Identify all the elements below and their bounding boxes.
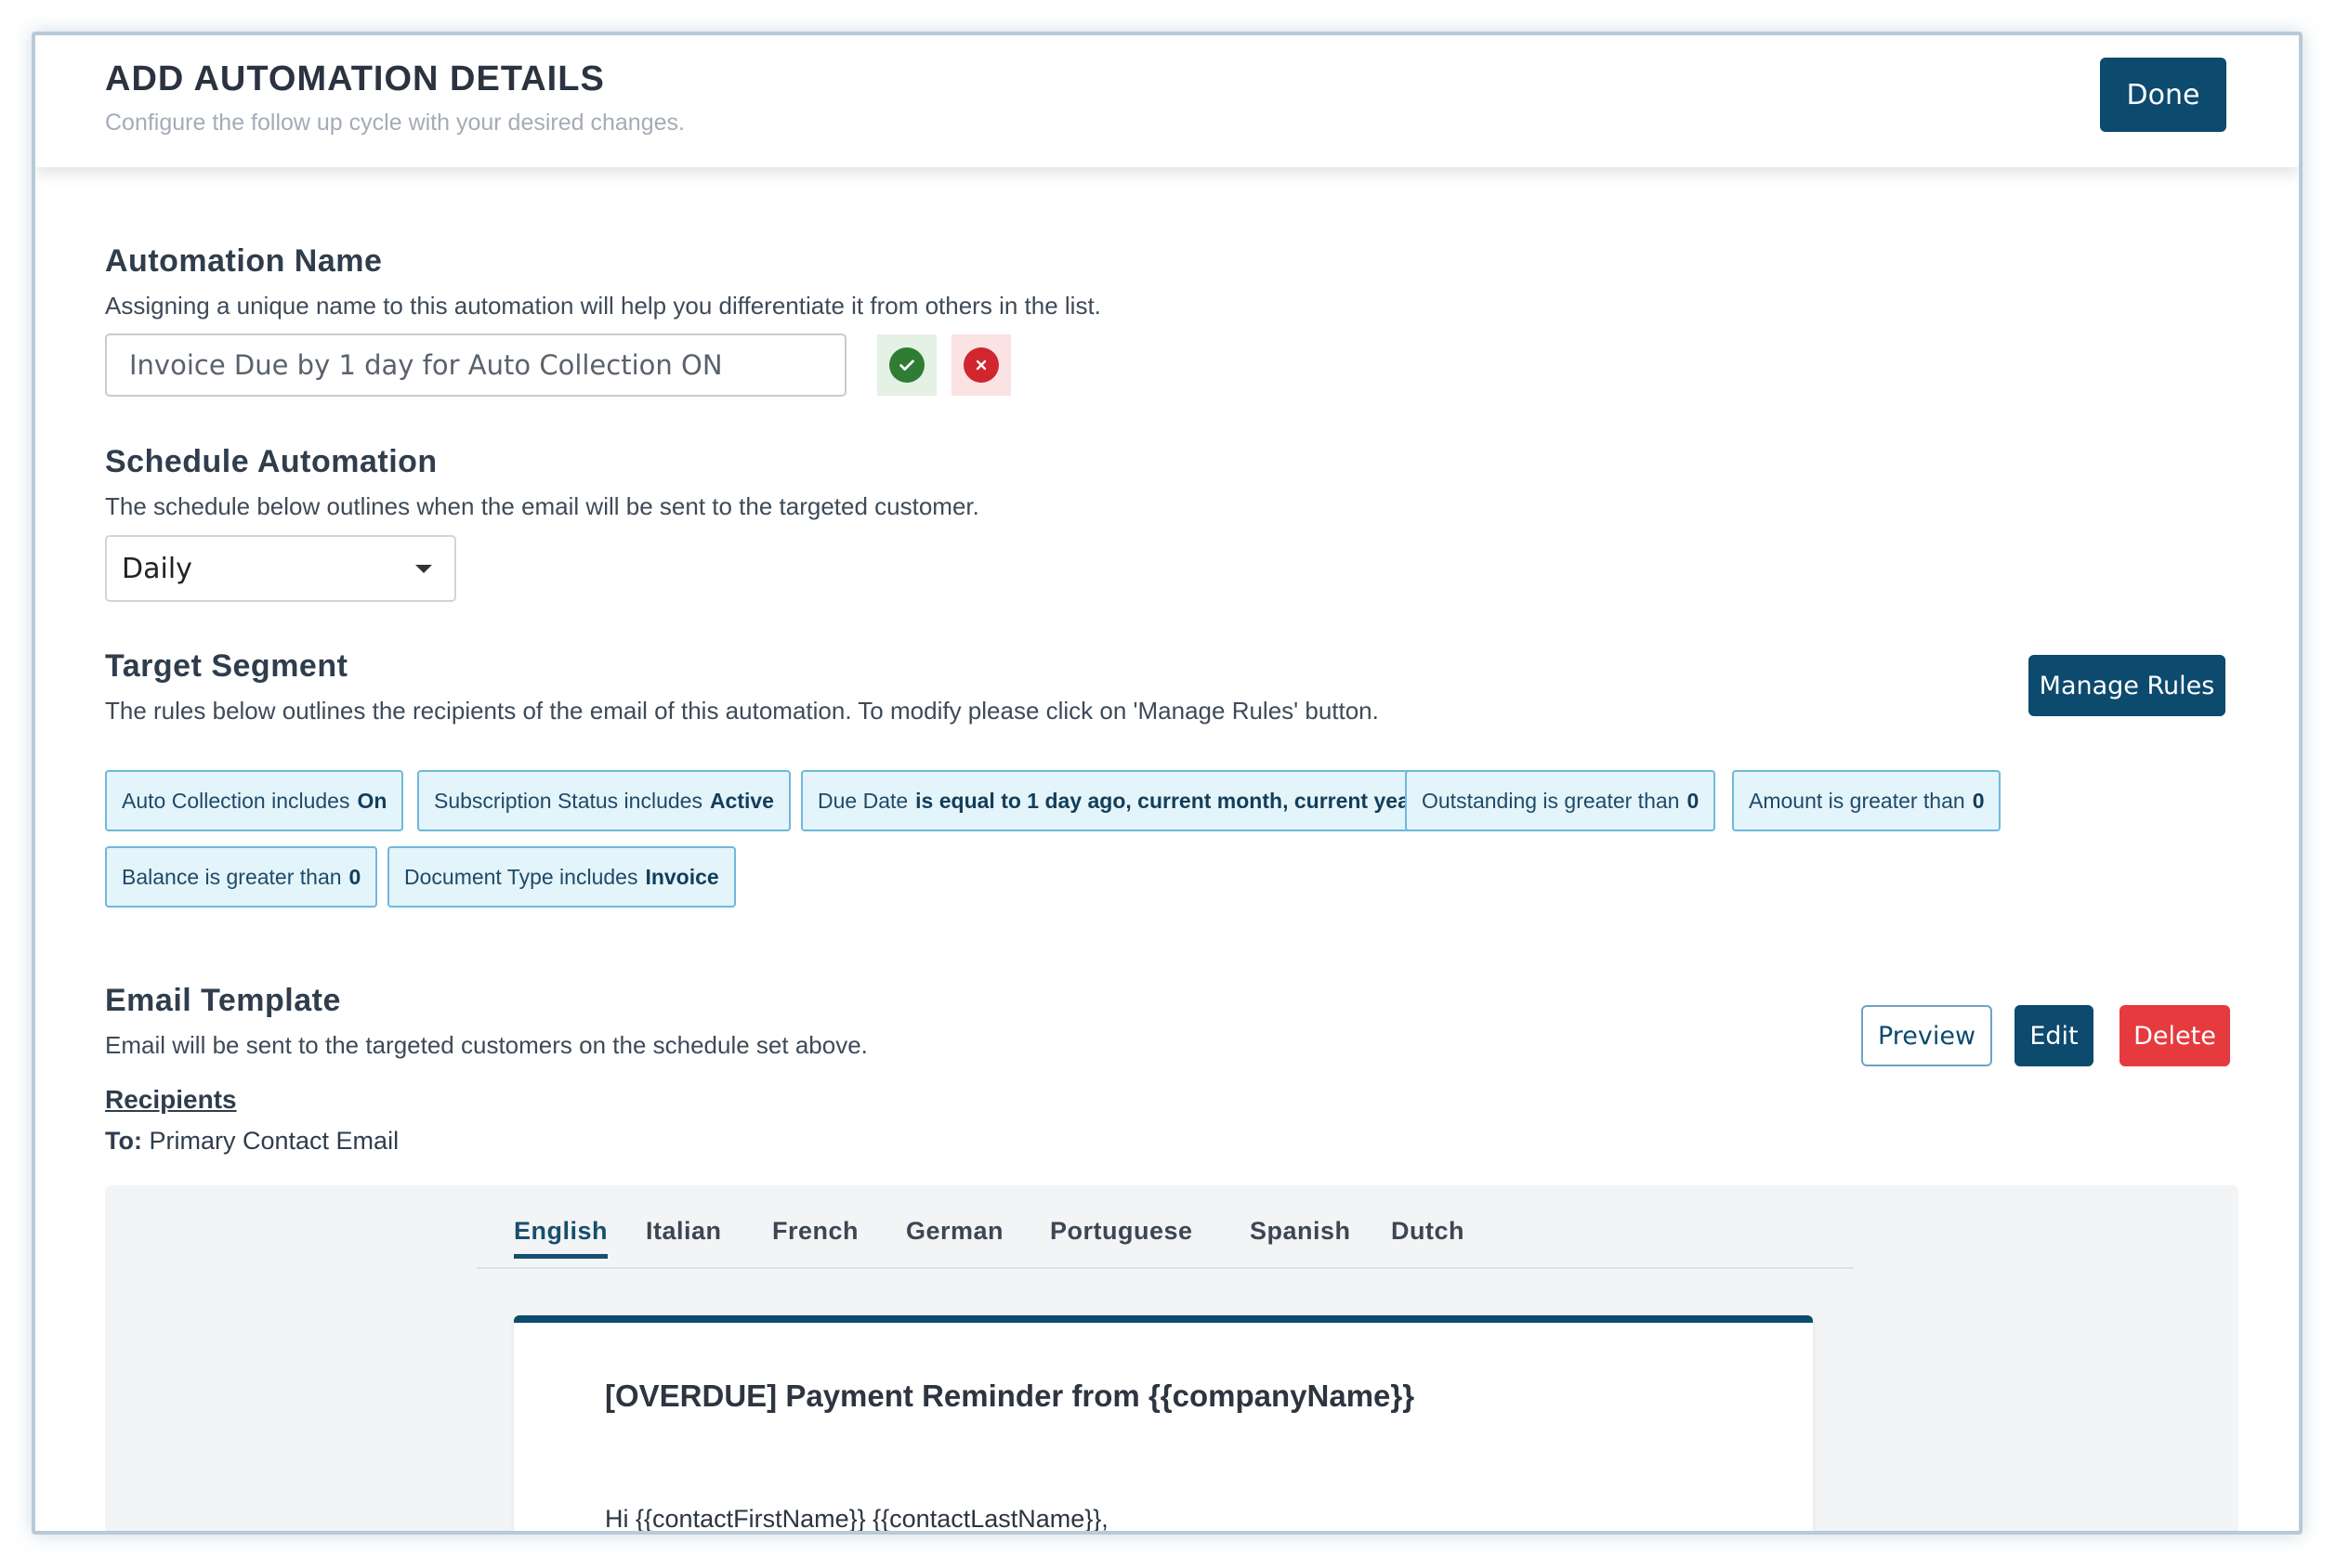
- rule-label: Subscription Status includes: [434, 788, 702, 813]
- edit-button[interactable]: Edit: [2014, 1005, 2093, 1066]
- rule-chip: Document Type includes Invoice: [387, 846, 736, 908]
- tab-dutch[interactable]: Dutch: [1391, 1217, 1464, 1246]
- rule-value: On: [357, 788, 387, 813]
- schedule-title: Schedule Automation: [105, 444, 438, 479]
- language-tabs: English Italian French German Portuguese…: [477, 1208, 1854, 1269]
- close-icon: [964, 347, 999, 383]
- rule-chip: Amount is greater than 0: [1732, 770, 2001, 831]
- rule-label: Outstanding is greater than: [1422, 788, 1680, 813]
- rule-value: 0: [1972, 788, 1985, 813]
- automation-name-input[interactable]: Invoice Due by 1 day for Auto Collection…: [105, 333, 846, 397]
- email-subject: [OVERDUE] Payment Reminder from {{compan…: [605, 1379, 1415, 1413]
- rule-value: Active: [709, 788, 774, 813]
- manage-rules-button[interactable]: Manage Rules: [2028, 655, 2225, 716]
- tab-italian[interactable]: Italian: [646, 1217, 722, 1246]
- check-icon: [889, 347, 925, 383]
- rule-label: Due Date: [818, 788, 909, 813]
- email-template-title: Email Template: [105, 983, 341, 1018]
- automation-name-title: Automation Name: [105, 243, 383, 279]
- rule-chip: Auto Collection includes On: [105, 770, 404, 831]
- rule-chip: Outstanding is greater than 0: [1405, 770, 1716, 831]
- target-segment-description: The rules below outlines the recipients …: [105, 697, 1379, 725]
- delete-button[interactable]: Delete: [2119, 1005, 2230, 1066]
- email-template-description: Email will be sent to the targeted custo…: [105, 1031, 868, 1059]
- schedule-description: The schedule below outlines when the ema…: [105, 492, 979, 520]
- rule-value: 0: [348, 864, 361, 889]
- rule-chip: Due Date is equal to 1 day ago, current m…: [801, 770, 1439, 831]
- tab-spanish[interactable]: Spanish: [1250, 1217, 1351, 1246]
- target-segment-title: Target Segment: [105, 648, 348, 684]
- automation-details-panel: ADD AUTOMATION DETAILS Configure the fol…: [32, 32, 2303, 1535]
- tab-english[interactable]: English: [514, 1217, 609, 1259]
- chevron-down-icon: [415, 564, 432, 573]
- to-value: Primary Contact Email: [149, 1127, 400, 1155]
- cancel-name-button[interactable]: [951, 334, 1011, 396]
- page-title: ADD AUTOMATION DETAILS: [105, 59, 605, 98]
- preview-button[interactable]: Preview: [1861, 1005, 1992, 1066]
- automation-name-description: Assigning a unique name to this automati…: [105, 292, 1101, 320]
- recipient-to-line: To: Primary Contact Email: [105, 1127, 399, 1156]
- tab-portuguese[interactable]: Portuguese: [1050, 1217, 1193, 1246]
- schedule-select[interactable]: Daily: [105, 535, 456, 602]
- rule-value: 0: [1686, 788, 1700, 813]
- rule-value: is equal to 1 day ago, current month, cu…: [915, 788, 1423, 813]
- page-subtitle: Configure the follow up cycle with your …: [105, 110, 685, 136]
- recipients-label: Recipients: [105, 1085, 237, 1114]
- rule-chip: Subscription Status includes Active: [417, 770, 791, 831]
- email-preview-card: [OVERDUE] Payment Reminder from {{compan…: [514, 1315, 1813, 1533]
- rule-label: Auto Collection includes: [122, 788, 350, 813]
- done-button[interactable]: Done: [2100, 58, 2226, 132]
- rule-label: Balance is greater than: [122, 864, 342, 889]
- tab-german[interactable]: German: [906, 1217, 1004, 1246]
- rule-chip: Balance is greater than 0: [105, 846, 378, 908]
- rule-label: Amount is greater than: [1749, 788, 1965, 813]
- schedule-selected-value: Daily: [122, 552, 192, 585]
- to-label: To:: [105, 1127, 142, 1155]
- confirm-name-button[interactable]: [877, 334, 937, 396]
- email-greeting: Hi {{contactFirstName}} {{contactLastNam…: [605, 1505, 1109, 1533]
- tab-french[interactable]: French: [772, 1217, 859, 1246]
- page-header: ADD AUTOMATION DETAILS Configure the fol…: [35, 35, 2299, 167]
- rule-value: Invoice: [645, 864, 719, 889]
- rule-label: Document Type includes: [404, 864, 638, 889]
